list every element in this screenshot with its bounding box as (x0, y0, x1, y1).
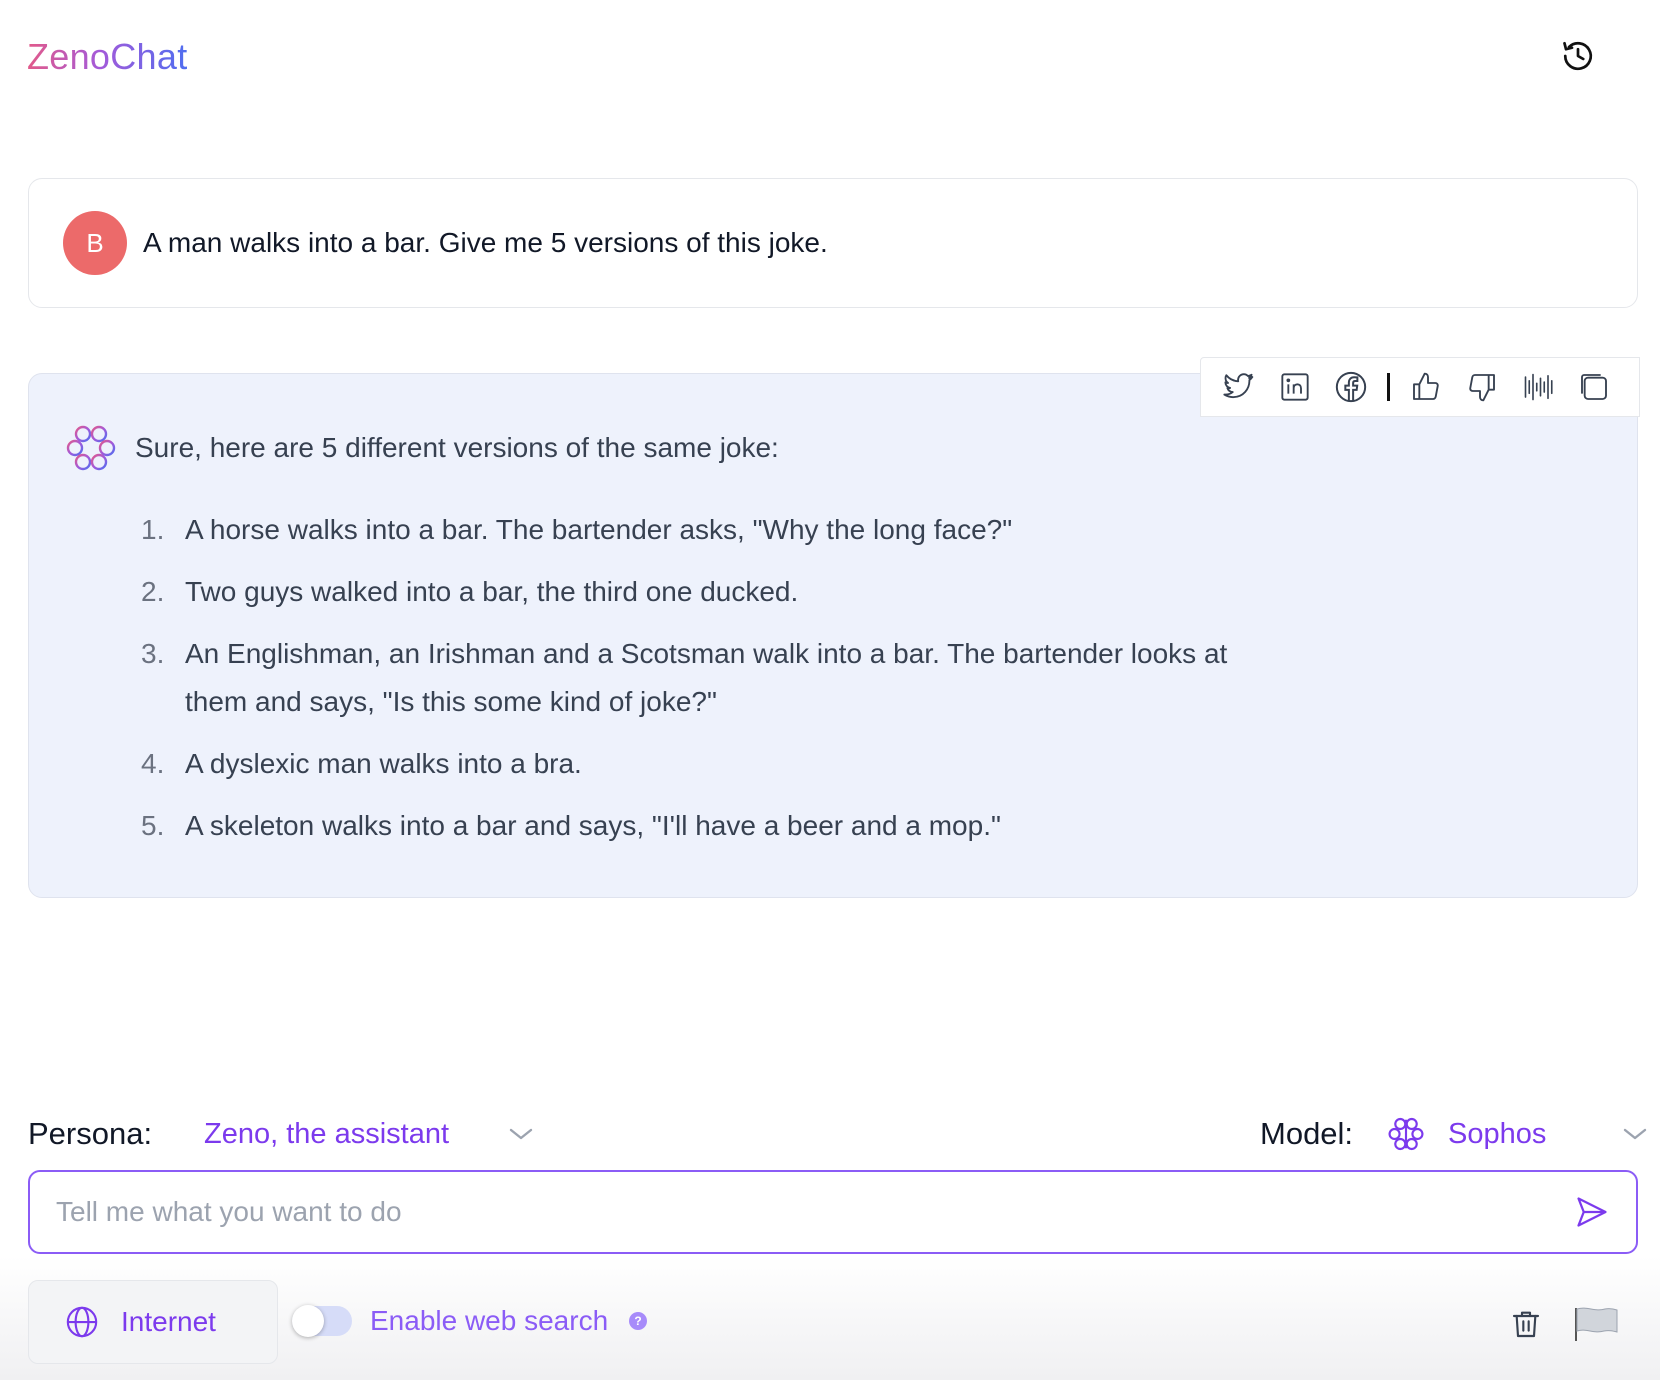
list-number: 2. (141, 576, 165, 607)
send-icon (1577, 1197, 1607, 1227)
list-number: 4. (141, 748, 165, 779)
model-logo-icon (1388, 1117, 1424, 1151)
persona-dropdown[interactable]: Zeno, the assistant (204, 1112, 534, 1156)
history-button[interactable] (1558, 36, 1598, 76)
persona-value: Zeno, the assistant (204, 1117, 450, 1150)
globe-icon (66, 1306, 98, 1338)
toggle-knob (292, 1305, 324, 1337)
list-text: A dyslexic man walks into a bra. (185, 748, 582, 779)
prompt-box (28, 1170, 1638, 1254)
facebook-icon (1335, 371, 1367, 403)
chevron-down-icon (1623, 1128, 1647, 1140)
read-aloud-button[interactable] (1510, 362, 1566, 412)
list-number: 5. (141, 810, 165, 841)
model-dropdown[interactable]: Sophos (1386, 1110, 1648, 1158)
chevron-down-icon (509, 1128, 533, 1140)
chat-page: ZenoChat B A man walks into a bar. Give … (0, 0, 1660, 1380)
persona-label: Persona: (28, 1116, 153, 1151)
model-value: Sophos (1448, 1117, 1547, 1150)
share-linkedin-button[interactable] (1267, 362, 1323, 412)
twitter-icon (1223, 373, 1254, 399)
clear-chat-button[interactable] (1506, 1304, 1546, 1344)
internet-label: Internet (121, 1306, 216, 1337)
list-text: A skeleton walks into a bar and says, "I… (185, 810, 1001, 841)
list-number: 1. (141, 514, 165, 545)
assistant-logo-icon (63, 422, 119, 479)
thumbs-up-icon (1413, 372, 1439, 400)
list-item: 5. A skeleton walks into a bar and says, … (141, 802, 1291, 850)
help-icon[interactable]: ? (629, 1312, 647, 1330)
thumbs-down-icon (1469, 374, 1495, 402)
list-item: 4. A dyslexic man walks into a bra. (141, 740, 1291, 788)
user-message-text: A man walks into a bar. Give me 5 versio… (143, 227, 828, 258)
model-label: Model: (1260, 1116, 1354, 1151)
prompt-input[interactable] (56, 1196, 1570, 1228)
internet-button[interactable]: Internet (28, 1280, 278, 1364)
list-text: A horse walks into a bar. The bartender … (185, 514, 1013, 545)
web-search-label: Enable web search (370, 1305, 609, 1336)
thumbs-up-button[interactable] (1398, 362, 1454, 412)
trash-icon (1512, 1311, 1540, 1338)
copy-icon (1581, 374, 1607, 400)
user-message-card: B A man walks into a bar. Give me 5 vers… (28, 178, 1638, 308)
flag-icon (1575, 1307, 1618, 1341)
web-search-toggle[interactable] (292, 1305, 352, 1337)
assistant-intro-text: Sure, here are 5 different versions of t… (135, 432, 779, 463)
history-icon (1563, 41, 1593, 71)
list-item: 1. A horse walks into a bar. The bartende… (141, 506, 1291, 554)
audio-waveform-icon (1524, 373, 1553, 401)
linkedin-icon (1281, 373, 1309, 401)
thumbs-down-button[interactable] (1454, 362, 1510, 412)
message-action-bar (1200, 357, 1640, 417)
list-text: Two guys walked into a bar, the third on… (185, 576, 799, 607)
action-divider (1387, 373, 1390, 401)
list-item: 3. An Englishman, an Irishman and a Scots… (141, 630, 1291, 726)
copy-button[interactable] (1566, 362, 1622, 412)
brand-logo: ZenoChat (27, 36, 188, 77)
list-item: 2. Two guys walked into a bar, the third … (141, 568, 1291, 616)
list-text: An Englishman, an Irishman and a Scotsma… (185, 638, 1228, 717)
share-twitter-button[interactable] (1211, 362, 1267, 412)
send-button[interactable] (1570, 1190, 1614, 1234)
share-facebook-button[interactable] (1323, 362, 1379, 412)
joke-list: 1. A horse walks into a bar. The bartende… (141, 506, 1291, 864)
assistant-message-card: Sure, here are 5 different versions of t… (28, 373, 1638, 898)
report-button[interactable] (1570, 1302, 1622, 1346)
user-avatar: B (63, 211, 127, 275)
list-number: 3. (141, 638, 165, 669)
